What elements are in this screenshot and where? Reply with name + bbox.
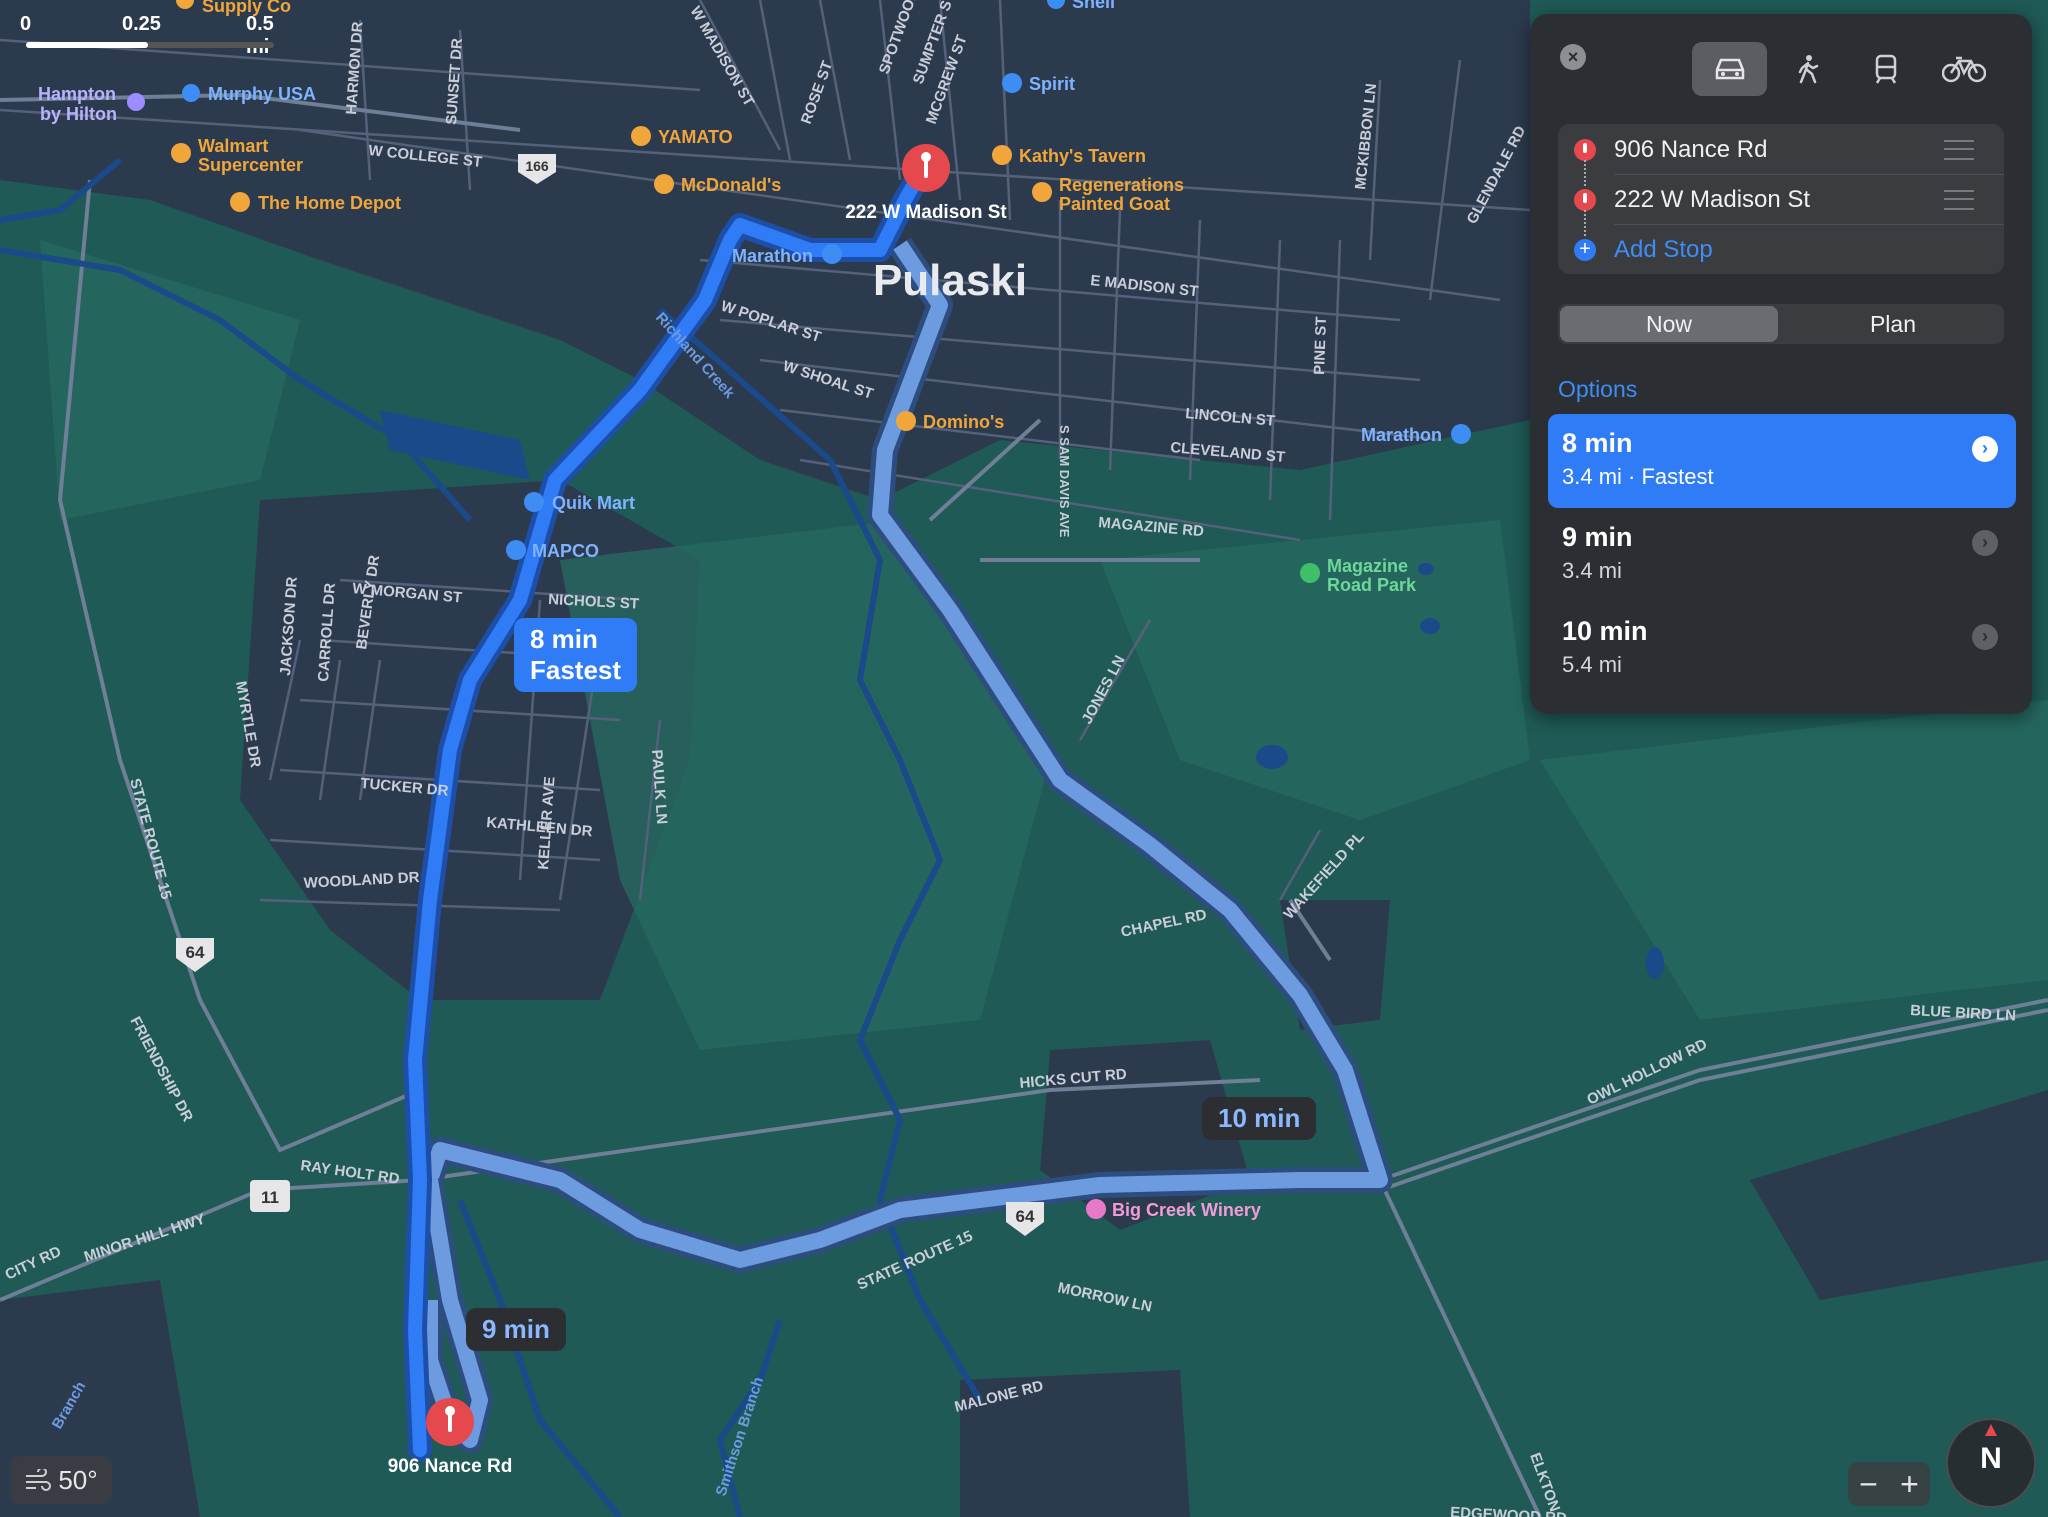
svg-text:64: 64 [1016,1207,1035,1226]
route-shield-11: 11 [250,1180,290,1212]
weather-widget[interactable]: 50° [10,1456,112,1504]
pin-icon [1574,189,1596,211]
route-option-2[interactable]: 9 min 3.4 mi › [1548,508,2016,602]
svg-text:Domino's: Domino's [923,412,1004,432]
zoom-in-button[interactable]: + [1900,1466,1919,1503]
svg-text:Regenerations: Regenerations [1059,175,1184,195]
poi-mapco: MAPCO [506,540,599,561]
reorder-handle-icon[interactable] [1944,140,1974,160]
poi-yamato: YAMATO [631,126,733,147]
svg-text:McDonald's: McDonald's [681,175,781,195]
transit-icon [1875,54,1896,84]
svg-text:Supercenter: Supercenter [198,155,303,175]
poi-winery: Big Creek Winery [1086,1199,1261,1220]
zoom-out-button[interactable]: − [1859,1466,1878,1503]
svg-text:MAPCO: MAPCO [532,541,599,561]
route-option-1[interactable]: 8 min 3.4 mi · Fastest › [1548,414,2016,508]
svg-text:Marathon: Marathon [1361,425,1442,445]
svg-text:166: 166 [525,158,549,174]
svg-text:11: 11 [261,1188,279,1207]
compass-north-icon [1985,1424,1997,1436]
route-bubble-9min[interactable]: 9 min [466,1308,566,1351]
svg-text:Painted Goat: Painted Goat [1059,194,1170,214]
stop-destination[interactable]: 222 W Madison St [1558,174,2004,236]
poi-spirit: Spirit [1002,73,1075,94]
stop-origin-label: 906 Nance Rd [1614,136,1768,163]
route-bubble-10min[interactable]: 10 min [1202,1097,1317,1140]
svg-text:Kathy's Tavern: Kathy's Tavern [1019,146,1146,166]
route-stops: 906 Nance Rd 222 W Madison St + Add Stop [1558,124,2004,274]
svg-text:Shell: Shell [1072,0,1115,12]
tab-now[interactable]: Now [1560,306,1778,342]
svg-text:by Hilton: by Hilton [40,104,117,124]
route-option-detail: 5.4 mi [1562,652,1622,677]
close-button[interactable]: × [1560,44,1586,70]
mode-walk[interactable] [1770,42,1845,96]
reorder-handle-icon[interactable] [1944,190,1974,210]
directions-panel: × 906 Nance Rd 222 W Madison St + Add St… [1530,14,2032,714]
mode-bike[interactable] [1926,42,2001,96]
route-option-time: 10 min [1562,616,1648,646]
plus-icon: + [1574,239,1596,261]
svg-text:The Home Depot: The Home Depot [258,193,401,213]
compass[interactable]: N [1946,1418,2036,1508]
wind-icon [26,1469,52,1491]
add-stop-label: Add Stop [1614,236,1713,263]
tab-plan[interactable]: Plan [1784,306,2002,342]
close-icon: × [1567,46,1579,67]
route-option-detail: 3.4 mi · Fastest [1562,464,1714,489]
route-option-3[interactable]: 10 min 5.4 mi › [1548,602,2016,696]
weather-temp: 50° [58,1464,98,1495]
walk-icon [1798,55,1818,84]
mode-transit[interactable] [1848,42,1923,96]
svg-text:906 Nance Rd: 906 Nance Rd [388,1456,513,1477]
compass-label: N [1980,1442,2002,1475]
options-heading: Options [1558,376,1638,402]
stop-destination-label: 222 W Madison St [1614,186,1811,213]
svg-text:YAMATO: YAMATO [658,127,733,147]
svg-text:222 W Madison St: 222 W Madison St [845,202,1007,223]
car-icon [1715,58,1744,80]
svg-text:Big Creek Winery: Big Creek Winery [1112,1200,1261,1220]
svg-text:Walmart: Walmart [198,136,268,156]
time-selector: Now Plan [1558,304,2004,344]
svg-text:Marathon: Marathon [732,246,813,266]
chevron-right-icon[interactable]: › [1972,436,1998,462]
svg-text:Road Park: Road Park [1327,575,1417,595]
zoom-controls: − + [1848,1462,1930,1506]
transport-modes [1692,42,2004,96]
mode-drive[interactable] [1692,42,1767,96]
map-scale: 0 0.25 0.5 mi [14,8,274,58]
route-option-time: 8 min [1562,428,1633,458]
pin-icon [1574,139,1596,161]
svg-text:S SAM DAVIS AVE: S SAM DAVIS AVE [1057,425,1072,538]
svg-text:Quik Mart: Quik Mart [552,493,635,513]
stop-origin[interactable]: 906 Nance Rd [1558,124,2004,186]
svg-text:Spirit: Spirit [1029,74,1075,94]
add-stop-button[interactable]: + Add Stop [1558,224,2004,274]
city-label: Pulaski [873,256,1027,305]
svg-text:Murphy USA: Murphy USA [208,84,316,104]
chevron-right-icon[interactable]: › [1972,530,1998,556]
route-option-detail: 3.4 mi [1562,558,1622,583]
svg-text:Magazine: Magazine [1327,556,1408,576]
chevron-right-icon[interactable]: › [1972,624,1998,650]
route-option-time: 9 min [1562,522,1633,552]
svg-text:PINE ST: PINE ST [1311,316,1330,375]
svg-text:Hampton: Hampton [38,84,116,104]
svg-text:64: 64 [186,943,205,962]
bike-icon [1941,56,1986,83]
route-bubble-fastest[interactable]: 8 min Fastest [514,618,638,692]
